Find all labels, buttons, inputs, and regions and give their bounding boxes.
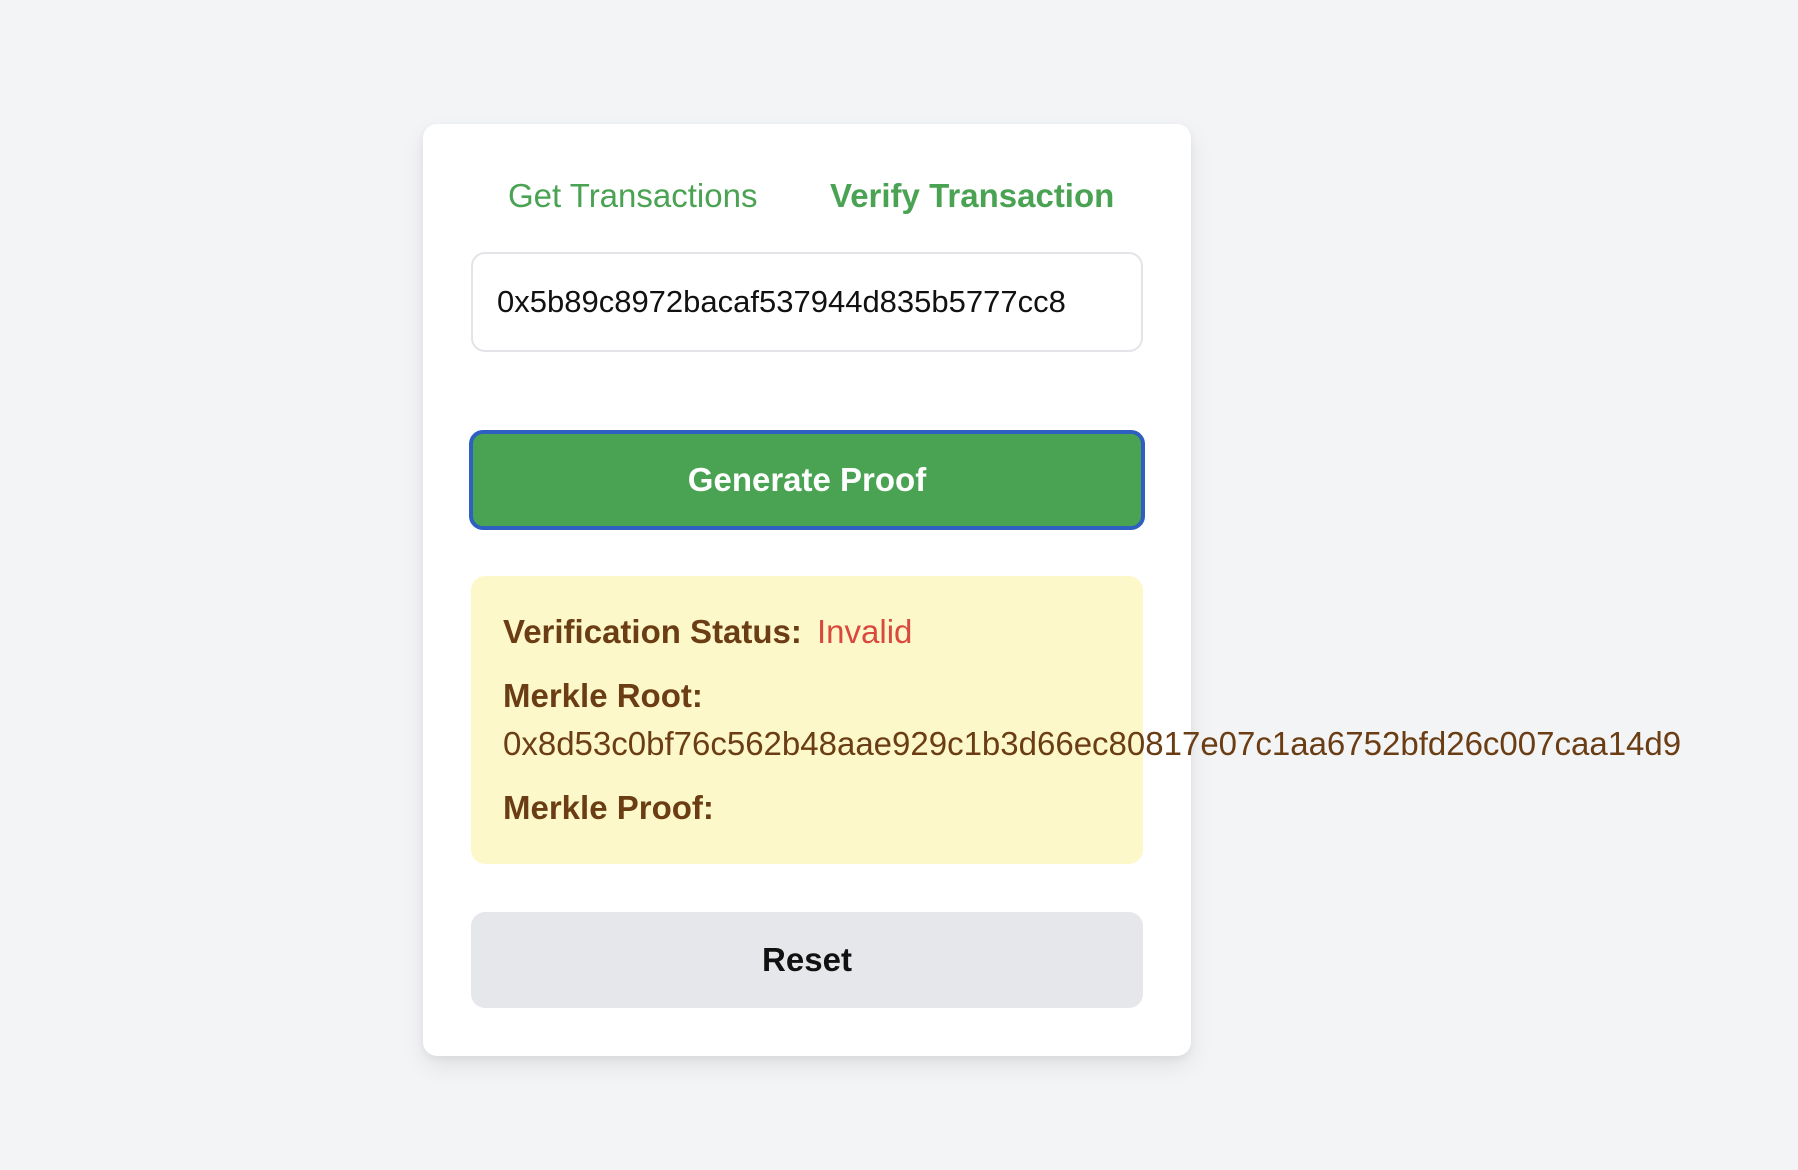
generate-proof-button[interactable]: Generate Proof — [469, 430, 1145, 530]
transaction-hash-input[interactable] — [471, 252, 1143, 352]
tab-get-transactions[interactable]: Get Transactions — [508, 172, 757, 220]
verification-status-value: Invalid — [817, 613, 913, 650]
verification-status-label: Verification Status: — [503, 613, 802, 650]
reset-button[interactable]: Reset — [471, 912, 1143, 1008]
merkle-root-value: 0x8d53c0bf76c562b48aae929c1b3d66ec80817e… — [503, 725, 1682, 762]
merkle-root-label: Merkle Root: — [503, 677, 703, 714]
merkle-proof-label: Merkle Proof: — [503, 789, 714, 826]
tab-verify-transaction[interactable]: Verify Transaction — [830, 172, 1114, 220]
